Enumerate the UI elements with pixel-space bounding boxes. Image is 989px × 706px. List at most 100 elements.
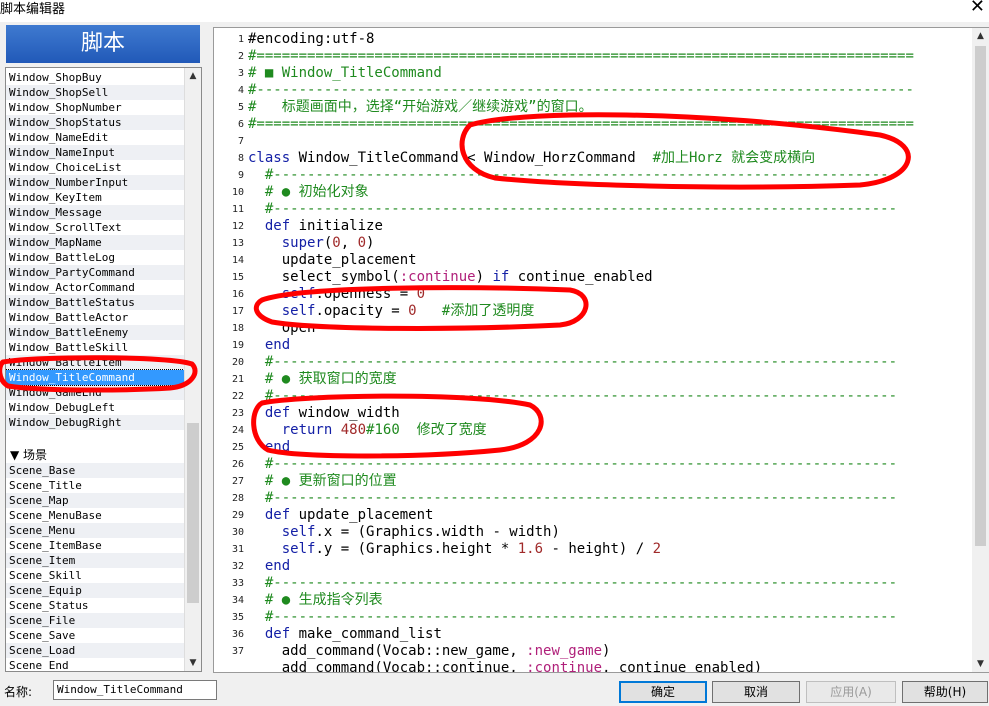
code-line[interactable]: #=======================================…	[248, 48, 963, 65]
editor-scroll-down-icon[interactable]: ▼	[972, 656, 989, 672]
code-line[interactable]: # ● 初始化对象	[248, 184, 963, 201]
editor-scroll-up-icon[interactable]: ▲	[972, 28, 989, 44]
code-line[interactable]: end	[248, 439, 963, 456]
script-list-item[interactable]: Window_ActorCommand	[6, 280, 184, 295]
ok-button[interactable]: 确定	[619, 681, 707, 703]
code-editor[interactable]: 1 2 3 4 5 6 7 8 9 10 11 12 13 14 15 16 17 18 19 20 21 22 23 24 2…	[213, 27, 989, 673]
code-line[interactable]: # ● 生成指令列表	[248, 592, 963, 609]
code-token: )	[602, 643, 611, 659]
script-list-item[interactable]: Window_TitleCommand	[6, 369, 185, 386]
code-line[interactable]: def initialize	[248, 218, 963, 235]
code-line[interactable]: #---------------------------------------…	[248, 388, 963, 405]
line-number: 7	[237, 136, 244, 147]
script-list-item[interactable]: Window_KeyItem	[6, 190, 184, 205]
scroll-up-icon[interactable]: ▲	[185, 68, 201, 84]
script-list-item[interactable]: Scene_Title	[6, 478, 184, 493]
script-list-item[interactable]: Window_DebugLeft	[6, 400, 184, 415]
code-line[interactable]: def update_placement	[248, 507, 963, 524]
code-line[interactable]: #---------------------------------------…	[248, 354, 963, 371]
code-token: def	[248, 626, 291, 642]
script-list-item[interactable]: Window_DebugRight	[6, 415, 184, 430]
code-line[interactable]: open	[248, 320, 963, 337]
script-list-item[interactable]: Window_PartyCommand	[6, 265, 184, 280]
code-line[interactable]: #---------------------------------------…	[248, 201, 963, 218]
code-line[interactable]: def window_width	[248, 405, 963, 422]
code-line[interactable]: #encoding:utf-8	[248, 31, 963, 48]
script-list-item[interactable]: Window_Message	[6, 205, 184, 220]
close-icon[interactable]: ✕	[970, 0, 985, 17]
code-line[interactable]: self.y = (Graphics.height * 1.6 - height…	[248, 541, 963, 558]
script-list-item[interactable]: Window_BattleEnemy	[6, 325, 184, 340]
script-list-item[interactable]: Scene_Skill	[6, 568, 184, 583]
code-line[interactable]: #---------------------------------------…	[248, 456, 963, 473]
code-line[interactable]: select_symbol(:continue) if continue_ena…	[248, 269, 963, 286]
code-line[interactable]: #---------------------------------------…	[248, 609, 963, 626]
script-list-item[interactable]: Scene_Save	[6, 628, 184, 643]
script-list-item[interactable]: Scene_ItemBase	[6, 538, 184, 553]
code-token: # ■ Window_TitleCommand	[248, 65, 442, 81]
code-line[interactable]: #---------------------------------------…	[248, 490, 963, 507]
code-line[interactable]: #---------------------------------------…	[248, 82, 963, 99]
code-line[interactable]: self.x = (Graphics.width - width)	[248, 524, 963, 541]
script-list-item[interactable]: Window_BattleStatus	[6, 295, 184, 310]
script-list-item[interactable]: Window_ShopStatus	[6, 115, 184, 130]
cancel-button[interactable]: 取消	[712, 681, 800, 703]
code-line[interactable]: # ● 获取窗口的宽度	[248, 371, 963, 388]
script-list-item[interactable]: Scene_Menu	[6, 523, 184, 538]
code-line[interactable]: end	[248, 558, 963, 575]
apply-button[interactable]: 应用(A)	[806, 681, 896, 703]
script-list-item[interactable]: Scene_Load	[6, 643, 184, 658]
code-line[interactable]: add_command(Vocab::continue, :continue, …	[248, 660, 963, 672]
code-line[interactable]: #=======================================…	[248, 116, 963, 133]
code-line[interactable]: class Window_TitleCommand < Window_HorzC…	[248, 150, 963, 167]
script-list-item[interactable]: Window_GameEnd	[6, 385, 184, 400]
code-line[interactable]	[248, 133, 963, 150]
code-line[interactable]: return 480#160 修改了宽度	[248, 422, 963, 439]
editor-scroll-thumb[interactable]	[975, 46, 986, 546]
script-list-item[interactable]: Window_ShopSell	[6, 85, 184, 100]
scroll-thumb[interactable]	[187, 423, 199, 603]
script-list-item[interactable]: Window_BattleSkill	[6, 340, 184, 355]
script-list-item[interactable]: Window_ScrollText	[6, 220, 184, 235]
scroll-down-icon[interactable]: ▼	[185, 655, 201, 671]
code-token: 480	[340, 422, 367, 438]
code-text-area[interactable]: #encoding:utf-8 #========================…	[248, 31, 963, 672]
script-list-item[interactable]: Scene_Equip	[6, 583, 184, 598]
script-list-item[interactable]: Window_BattleItem	[6, 355, 184, 370]
scene-group-header[interactable]: ▼ 场景	[6, 448, 184, 463]
script-list-item[interactable]: Window_NameInput	[6, 145, 184, 160]
script-list-item[interactable]: Window_MapName	[6, 235, 184, 250]
script-list-item[interactable]: Window_BattleLog	[6, 250, 184, 265]
code-line[interactable]: # 标题画面中，选择“开始游戏／继续游戏”的窗口。	[248, 99, 963, 116]
script-list-item[interactable]: Window_NameEdit	[6, 130, 184, 145]
script-list-item[interactable]: Window_ShopNumber	[6, 100, 184, 115]
script-list-item[interactable]: Scene_End	[6, 658, 184, 671]
script-list-item[interactable]: Window_NumberInput	[6, 175, 184, 190]
script-list-item[interactable]: Scene_Status	[6, 598, 184, 613]
code-line[interactable]: self.openness = 0	[248, 286, 963, 303]
code-line[interactable]: self.opacity = 0 #添加了透明度	[248, 303, 963, 320]
help-button[interactable]: 帮助(H)	[902, 681, 988, 703]
script-list-item[interactable]: Scene_MenuBase	[6, 508, 184, 523]
code-line[interactable]: #---------------------------------------…	[248, 575, 963, 592]
editor-scrollbar[interactable]: ▲ ▼	[972, 28, 989, 672]
script-list-item[interactable]: Window_ChoiceList	[6, 160, 184, 175]
code-line[interactable]: add_command(Vocab::new_game, :new_game)	[248, 643, 963, 660]
script-name-field[interactable]: Window_TitleCommand	[53, 680, 217, 700]
script-list-item[interactable]: Window_ShopBuy	[6, 70, 184, 85]
code-line[interactable]: # ■ Window_TitleCommand	[248, 65, 963, 82]
code-token: end	[248, 558, 291, 574]
script-list-item[interactable]: Scene_Map	[6, 493, 184, 508]
code-line[interactable]: super(0, 0)	[248, 235, 963, 252]
script-list-scrollbar[interactable]: ▲ ▼	[184, 68, 201, 671]
script-list-item[interactable]: Scene_Item	[6, 553, 184, 568]
code-line[interactable]: # ● 更新窗口的位置	[248, 473, 963, 490]
code-line[interactable]: #---------------------------------------…	[248, 167, 963, 184]
script-list-item[interactable]: Window_BattleActor	[6, 310, 184, 325]
script-list[interactable]: Window_ShopBuy Window_ShopSell Window_Shop…	[5, 67, 202, 672]
code-line[interactable]: end	[248, 337, 963, 354]
code-line[interactable]: update_placement	[248, 252, 963, 269]
code-line[interactable]: def make_command_list	[248, 626, 963, 643]
script-list-item[interactable]: Scene_Base	[6, 463, 184, 478]
script-list-item[interactable]: Scene_File	[6, 613, 184, 628]
